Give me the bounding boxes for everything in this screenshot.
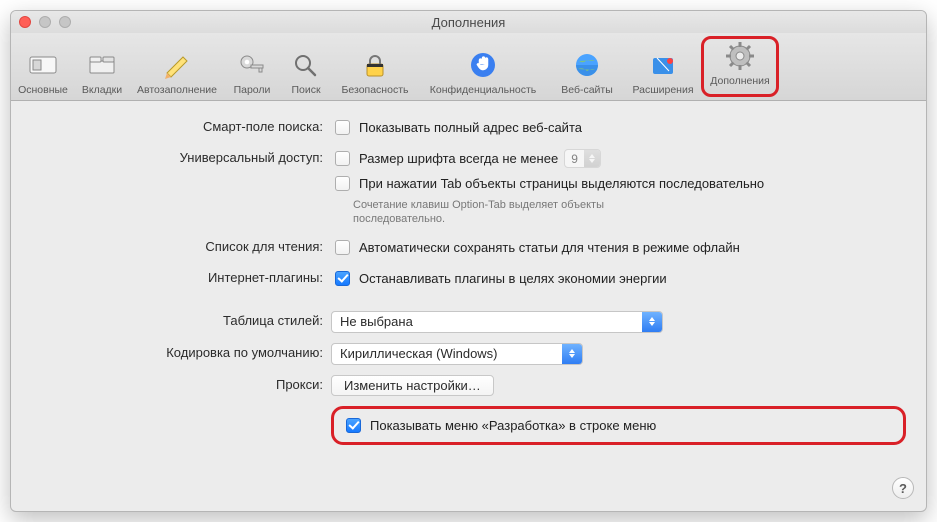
preferences-window: Дополнения Основные Вкладки Автозаполне	[10, 10, 927, 512]
tabs-icon	[84, 48, 120, 82]
encoding-label: Кодировка по умолчанию:	[11, 343, 331, 360]
min-font-checkbox-label: Размер шрифта всегда не менее	[359, 151, 558, 166]
tab-security[interactable]: Безопасность	[333, 33, 417, 100]
chevron-updown-icon	[584, 150, 600, 167]
proxy-label: Прокси:	[11, 375, 331, 392]
tab-highlight-checkbox[interactable]	[335, 176, 350, 191]
stylesheet-label: Таблица стилей:	[11, 311, 331, 328]
develop-menu-checkbox[interactable]	[346, 418, 361, 433]
minimize-icon[interactable]	[39, 16, 51, 28]
tab-tabs[interactable]: Вкладки	[75, 33, 129, 100]
zoom-icon[interactable]	[59, 16, 71, 28]
chevron-updown-icon	[642, 312, 662, 332]
puzzle-icon	[645, 48, 681, 82]
encoding-select[interactable]: Кириллическая (Windows)	[331, 343, 583, 365]
full-url-checkbox-label: Показывать полный адрес веб-сайта	[359, 120, 582, 135]
stop-plugins-checkbox-label: Останавливать плагины в целях экономии э…	[359, 271, 667, 286]
min-font-checkbox[interactable]	[335, 151, 350, 166]
key-icon	[234, 48, 270, 82]
accessibility-label: Универсальный доступ:	[11, 148, 331, 165]
window-controls	[19, 16, 71, 28]
tab-advanced-highlight: Дополнения	[701, 36, 779, 97]
tab-autofill[interactable]: Автозаполнение	[129, 33, 225, 100]
tab-extensions[interactable]: Расширения	[625, 33, 701, 100]
smart-search-label: Смарт-поле поиска:	[11, 117, 331, 134]
min-font-select[interactable]: 9	[564, 149, 601, 168]
tab-search[interactable]: Поиск	[279, 33, 333, 100]
help-button[interactable]: ?	[892, 477, 914, 499]
plugins-label: Интернет-плагины:	[11, 268, 331, 285]
titlebar: Дополнения	[11, 11, 926, 33]
pencil-icon	[159, 48, 195, 82]
chevron-updown-icon	[562, 344, 582, 364]
tab-privacy[interactable]: Конфиденциальность	[417, 33, 549, 100]
tab-general[interactable]: Основные	[11, 33, 75, 100]
reading-list-label: Список для чтения:	[11, 237, 331, 254]
develop-menu-checkbox-label: Показывать меню «Разработка» в строке ме…	[370, 418, 656, 433]
switch-icon	[25, 48, 61, 82]
window-title: Дополнения	[19, 15, 918, 30]
develop-menu-highlight: Показывать меню «Разработка» в строке ме…	[331, 406, 906, 445]
preferences-toolbar: Основные Вкладки Автозаполнение Пароли	[11, 33, 926, 101]
reading-offline-checkbox[interactable]	[335, 240, 350, 255]
tab-passwords[interactable]: Пароли	[225, 33, 279, 100]
lock-icon	[357, 48, 393, 82]
content-area: Смарт-поле поиска: Показывать полный адр…	[11, 101, 926, 471]
tab-hint: Сочетание клавиш Option-Tab выделяет объ…	[331, 198, 651, 227]
tab-advanced[interactable]: Дополнения	[704, 39, 776, 91]
tab-websites[interactable]: Веб-сайты	[549, 33, 625, 100]
stylesheet-select[interactable]: Не выбрана	[331, 311, 663, 333]
stop-plugins-checkbox[interactable]	[335, 271, 350, 286]
tab-highlight-checkbox-label: При нажатии Tab объекты страницы выделяю…	[359, 176, 764, 191]
proxy-settings-button[interactable]: Изменить настройки…	[331, 375, 494, 396]
search-icon	[288, 48, 324, 82]
close-icon[interactable]	[19, 16, 31, 28]
full-url-checkbox[interactable]	[335, 120, 350, 135]
globe-icon	[569, 48, 605, 82]
gear-icon	[722, 39, 758, 73]
reading-offline-checkbox-label: Автоматически сохранять статьи для чтени…	[359, 240, 740, 255]
hand-icon	[465, 48, 501, 82]
